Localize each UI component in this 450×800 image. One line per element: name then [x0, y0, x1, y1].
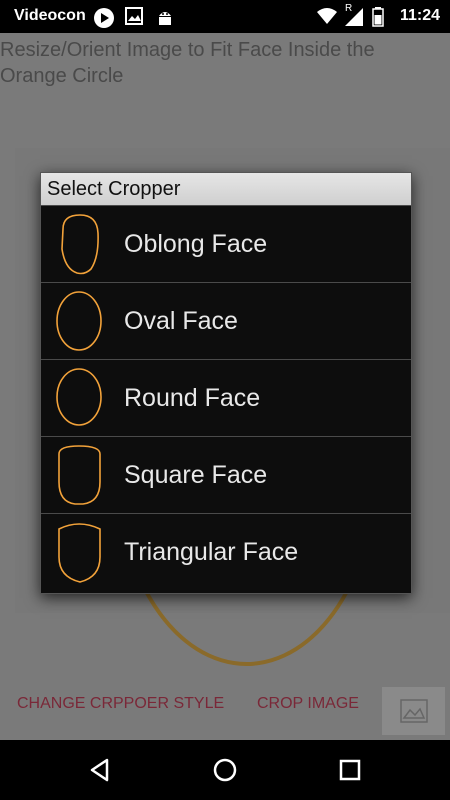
- wifi-icon: [317, 8, 337, 24]
- option-square-face[interactable]: Square Face: [41, 436, 411, 513]
- home-icon[interactable]: [210, 755, 240, 785]
- carrier-name: Videocon: [14, 7, 86, 24]
- option-round-face[interactable]: Round Face: [41, 359, 411, 436]
- bottom-actions: CHANGE CRPPOER STYLE CROP IMAGE: [0, 685, 450, 735]
- oblong-face-icon: [61, 214, 99, 275]
- status-bar: Videocon R 11:24: [0, 0, 450, 33]
- option-label: Oblong Face: [124, 229, 268, 258]
- option-oblong-face[interactable]: Oblong Face: [41, 205, 411, 282]
- back-icon[interactable]: [85, 755, 115, 785]
- option-label: Round Face: [124, 383, 261, 412]
- square-face-icon: [58, 445, 101, 505]
- play-icon: [94, 8, 114, 28]
- gallery-button[interactable]: [382, 687, 445, 735]
- option-oval-face[interactable]: Oval Face: [41, 282, 411, 359]
- crop-image-button[interactable]: CROP IMAGE: [257, 695, 359, 713]
- change-cropper-style-button[interactable]: CHANGE CRPPOER STYLE: [17, 695, 224, 713]
- triangular-face-icon: [58, 523, 101, 583]
- oval-face-icon: [56, 291, 102, 351]
- navigation-bar: [0, 740, 450, 800]
- recents-icon[interactable]: [335, 755, 365, 785]
- round-face-icon: [56, 368, 102, 426]
- dialog-title: Select Cropper: [41, 173, 411, 205]
- option-label: Oval Face: [124, 306, 238, 335]
- battery-icon: [372, 7, 384, 27]
- gallery-icon: [399, 699, 428, 723]
- clock: 11:24: [399, 7, 440, 24]
- image-notification-icon: [125, 7, 143, 25]
- android-icon: [159, 12, 171, 25]
- option-label: Square Face: [124, 460, 268, 489]
- select-cropper-dialog: Select Cropper Oblong Face Oval Face Rou…: [40, 172, 412, 594]
- option-label: Triangular Face: [124, 537, 299, 566]
- instructions-text: Resize/Orient Image to Fit Face Inside t…: [0, 39, 375, 87]
- option-triangular-face[interactable]: Triangular Face: [41, 513, 411, 590]
- roaming-label: R: [345, 3, 353, 14]
